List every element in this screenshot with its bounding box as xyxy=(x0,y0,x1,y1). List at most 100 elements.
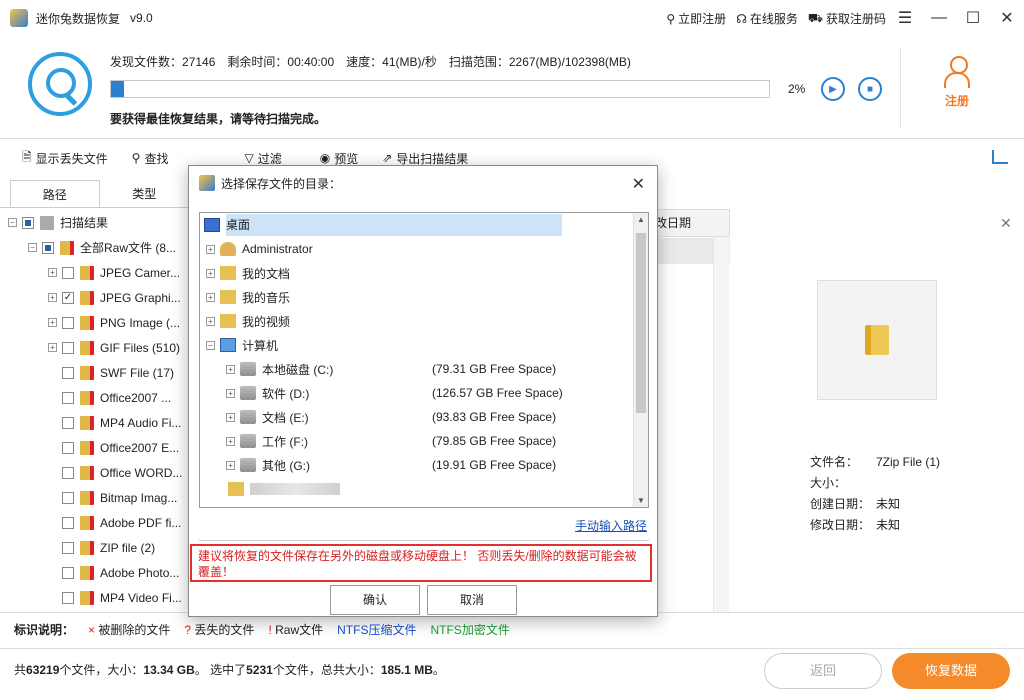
directory-item[interactable]: − 计算机 xyxy=(200,333,648,357)
maximize-button[interactable]: ☐ xyxy=(956,0,990,36)
resume-button[interactable]: ▶ xyxy=(821,77,845,101)
expander-icon[interactable]: + xyxy=(48,343,57,352)
tree-checkbox[interactable] xyxy=(62,341,74,354)
directory-item-label: Administrator xyxy=(242,242,313,256)
tree-checkbox[interactable] xyxy=(62,441,74,454)
tree-checkbox[interactable] xyxy=(62,516,74,529)
manual-path-link[interactable]: 手动输入路径 xyxy=(575,517,647,534)
directory-item[interactable]: + 软件 (D:) (126.57 GB Free Space) xyxy=(200,381,648,405)
tree-item[interactable]: Office2007 ... xyxy=(0,385,189,410)
directory-item[interactable]: 桌面 xyxy=(200,213,648,237)
tree-checkbox[interactable] xyxy=(62,466,74,479)
preview-close-icon[interactable]: ✕ xyxy=(1000,215,1012,232)
tab-path[interactable]: 路径 xyxy=(10,180,100,207)
file-type-icon xyxy=(80,365,94,380)
tree-checkbox[interactable] xyxy=(62,566,74,579)
tree-checkbox[interactable] xyxy=(42,241,54,254)
stop-button[interactable]: ■ xyxy=(858,77,882,101)
online-service-link[interactable]: ☊ 在线服务 xyxy=(736,10,798,27)
expander-icon[interactable]: + xyxy=(226,388,235,398)
dialog-scrollbar[interactable]: ▲ ▼ xyxy=(633,213,648,507)
expander-icon[interactable]: + xyxy=(206,244,215,254)
tab-type[interactable]: 类型 xyxy=(100,180,189,207)
raw-mark-icon: ! xyxy=(268,623,272,637)
tree-item[interactable]: ZIP file (2) xyxy=(0,535,189,560)
tree-checkbox[interactable] xyxy=(62,491,74,504)
expander-icon[interactable]: + xyxy=(48,268,57,277)
legend-deleted-label: 被删除的文件 xyxy=(98,623,171,637)
directory-item[interactable]: + Administrator xyxy=(200,237,648,261)
tree-item[interactable]: MP4 Audio Fi... xyxy=(0,410,189,435)
expander-icon[interactable]: − xyxy=(28,243,37,252)
tree-checkbox[interactable]: ✓ xyxy=(62,291,74,304)
expander-icon[interactable]: + xyxy=(206,316,215,326)
get-code-link[interactable]: ⛟ 获取注册码 xyxy=(808,10,886,27)
expander-icon[interactable]: + xyxy=(226,364,235,374)
expander-icon[interactable]: + xyxy=(226,460,235,470)
register-link[interactable]: ⚲ 立即注册 xyxy=(666,10,726,27)
scroll-down-icon[interactable]: ▼ xyxy=(637,496,645,505)
directory-item[interactable]: + 文档 (E:) (93.83 GB Free Space) xyxy=(200,405,648,429)
tree-checkbox[interactable] xyxy=(22,216,34,229)
tree-checkbox[interactable] xyxy=(62,416,74,429)
tree-item[interactable]: Bitmap Imag... xyxy=(0,485,189,510)
dialog-close-icon[interactable]: ✕ xyxy=(632,174,645,194)
directory-item-hidden[interactable] xyxy=(200,477,648,501)
file-tree: − 扫描结果 − 全部Raw文件 (8... + JPEG Camer... + ✓ JPEG … xyxy=(0,208,189,610)
directory-item[interactable]: + 其他 (G:) (19.91 GB Free Space) xyxy=(200,453,648,477)
tree-item[interactable]: SWF File (17) xyxy=(0,360,189,385)
expander-icon[interactable]: + xyxy=(206,268,215,278)
list-scrollbar[interactable] xyxy=(713,237,729,613)
expander-icon[interactable]: − xyxy=(8,218,17,227)
tree-checkbox[interactable] xyxy=(62,316,74,329)
tree-item[interactable]: + PNG Image (... xyxy=(0,310,189,335)
tree-checkbox[interactable] xyxy=(62,591,74,604)
register-button[interactable]: 注册 xyxy=(935,56,979,109)
close-button[interactable]: ✕ xyxy=(990,0,1024,36)
confirm-button[interactable]: 确认 xyxy=(330,585,420,615)
tree-item[interactable]: − 扫描结果 xyxy=(0,210,189,235)
back-button[interactable]: 返回 xyxy=(764,653,882,689)
export-button[interactable]: ⇗ 导出扫描结果 xyxy=(382,150,468,167)
share-icon[interactable] xyxy=(992,150,1008,164)
tree-item[interactable]: + GIF Files (510) xyxy=(0,335,189,360)
show-lost-button[interactable]: 🗎 显示丢失文件 xyxy=(22,148,108,169)
tree-item[interactable]: + ✓ JPEG Graphi... xyxy=(0,285,189,310)
preview-button[interactable]: ◉ 预览 xyxy=(320,150,359,167)
expander-icon[interactable]: + xyxy=(48,293,57,302)
expander-icon[interactable]: − xyxy=(206,340,215,350)
tree-item[interactable]: Office WORD... xyxy=(0,460,189,485)
tree-item[interactable]: Adobe Photo... xyxy=(0,560,189,585)
directory-item[interactable]: + 工作 (F:) (79.85 GB Free Space) xyxy=(200,429,648,453)
tree-item[interactable]: Adobe PDF fi... xyxy=(0,510,189,535)
directory-item[interactable]: + 本地磁盘 (C:) (79.31 GB Free Space) xyxy=(200,357,648,381)
recover-button[interactable]: 恢复数据 xyxy=(892,653,1010,689)
left-panel: 路径 类型 − 扫描结果 − 全部Raw文件 (8... + JPEG Camer... +… xyxy=(0,180,190,612)
directory-item[interactable]: + 我的视频 xyxy=(200,309,648,333)
cancel-button[interactable]: 取消 xyxy=(427,585,517,615)
tree-item[interactable]: MP4 Video Fi... xyxy=(0,585,189,610)
directory-item[interactable]: + 我的文档 xyxy=(200,261,648,285)
app-version: v9.0 xyxy=(130,11,153,25)
expander-icon[interactable]: + xyxy=(48,318,57,327)
filter-button[interactable]: ▽ 过滤 xyxy=(244,150,281,167)
tree-checkbox[interactable] xyxy=(62,541,74,554)
tree-checkbox[interactable] xyxy=(62,391,74,404)
tree-checkbox[interactable] xyxy=(62,366,74,379)
tree-item[interactable]: Office2007 E... xyxy=(0,435,189,460)
scroll-thumb[interactable] xyxy=(636,233,646,413)
scroll-up-icon[interactable]: ▲ xyxy=(637,215,645,224)
expander-icon[interactable]: + xyxy=(226,412,235,422)
expander-icon[interactable]: + xyxy=(206,292,215,302)
tree-checkbox[interactable] xyxy=(62,266,74,279)
tree-item[interactable]: − 全部Raw文件 (8... xyxy=(0,235,189,260)
minimize-button[interactable]: — xyxy=(922,0,956,36)
expander-icon[interactable]: + xyxy=(226,436,235,446)
directory-item[interactable]: + 我的音乐 xyxy=(200,285,648,309)
summary-selected-size: 185.1 MB xyxy=(380,663,433,677)
tree-item[interactable]: + JPEG Camer... xyxy=(0,260,189,285)
menu-icon[interactable]: ☰ xyxy=(888,0,922,36)
find-button[interactable]: ⚲ 查找 xyxy=(132,150,169,167)
